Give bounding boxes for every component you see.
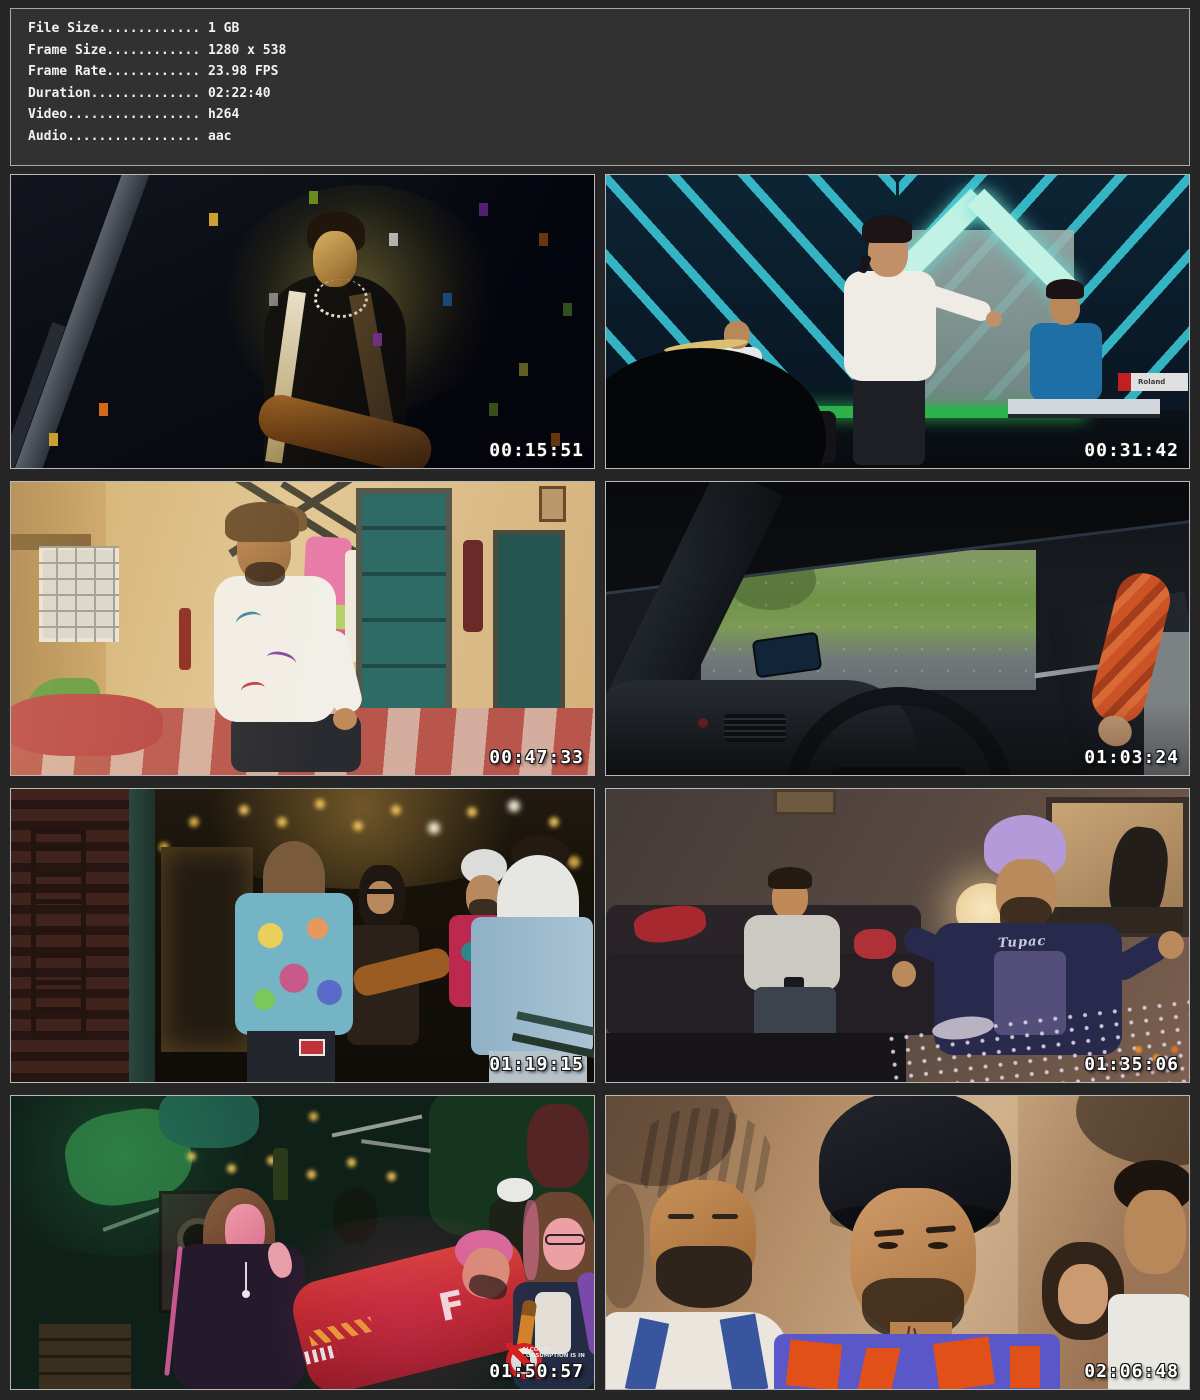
singer-hand: [986, 311, 1002, 327]
keyboardist-suit: [1030, 323, 1102, 401]
info-line-file-size: File Size............. 1 GB: [28, 18, 1189, 40]
hand: [1158, 931, 1184, 959]
sweater-letter-shape: [933, 1336, 995, 1390]
info-line-frame-rate: Frame Rate............ 23.98 FPS: [28, 61, 1189, 83]
graffiti-blob: [527, 1104, 589, 1188]
eyebrows: [668, 1214, 694, 1219]
teal-post: [129, 789, 155, 1082]
timestamp-overlay: 01:35:06: [1084, 1054, 1179, 1075]
hand: [892, 961, 916, 987]
sunlight-overlay: [11, 482, 594, 775]
ladder: [31, 829, 86, 1039]
console-leds: [606, 789, 611, 794]
keyboard-brand-label: Roland: [1138, 378, 1165, 386]
graffiti-scribble: [361, 1139, 431, 1153]
dark-corner: [1076, 1095, 1190, 1166]
singer-shirt: [844, 271, 936, 381]
thumbnail-5: 01:19:15: [10, 788, 595, 1083]
timestamp-overlay: 01:03:24: [1084, 747, 1179, 768]
sikh-man-beard: [656, 1246, 752, 1308]
seated-man-hair: [768, 867, 812, 889]
info-line-video-codec: Video................. h264: [28, 104, 1189, 126]
keyboard-red-panel: [1118, 373, 1131, 391]
thumbnail-4: 01:03:24: [605, 481, 1190, 776]
wooden-crate: [39, 1324, 131, 1389]
white-beanie: [497, 1178, 533, 1202]
timestamp-overlay: 01:50:57: [489, 1361, 584, 1382]
thumbnail-6: Tupac 01:35:06: [605, 788, 1190, 1083]
background-head: [605, 1184, 644, 1308]
graffiti-scribble: [332, 1114, 423, 1137]
timestamp-overlay: 01:19:15: [489, 1054, 584, 1075]
thumbnail-1: 00:15:51: [10, 174, 595, 469]
timestamp-overlay: 00:47:33: [489, 747, 584, 768]
vignette-overlay: [606, 482, 1189, 775]
thumbnail-grid: 00:15:51 YAMAHA Roland 00:31:42: [10, 174, 1190, 1390]
sweater-letter-shape: [786, 1339, 843, 1390]
info-line-duration: Duration.............. 02:22:40: [28, 83, 1189, 105]
guitarist-face: [367, 881, 394, 914]
right-man-face: [1124, 1190, 1186, 1274]
paisley-jacket: [235, 893, 353, 1035]
red-pocket-patch: [299, 1039, 325, 1056]
thumbnail-3: 00:47:33: [10, 481, 595, 776]
denim-jacket: [471, 917, 593, 1055]
singer-hair: [862, 215, 912, 243]
media-info-panel: File Size............. 1 GB Frame Size..…: [10, 8, 1190, 166]
timestamp-overlay: 02:06:48: [1084, 1361, 1179, 1382]
sweater-letter-shape: [1010, 1346, 1040, 1388]
keyboard: [1008, 399, 1160, 418]
glasses: [545, 1234, 585, 1245]
info-line-audio-codec: Audio................. aac: [28, 126, 1189, 148]
red-pillow: [854, 929, 896, 959]
singer-pants: [853, 373, 925, 465]
studio-floor: [606, 1033, 906, 1083]
thumbnail-2: YAMAHA Roland 00:31:42: [605, 174, 1190, 469]
timestamp-overlay: 00:31:42: [1084, 440, 1179, 461]
timestamp-overlay: 00:15:51: [489, 440, 584, 461]
thumbnail-7: F ALCOHOL CONSUMPTION IS IN 01:50:57: [10, 1095, 595, 1390]
necklace: [245, 1262, 247, 1290]
background-woman-face: [1058, 1264, 1108, 1324]
tshirt-text: Tupac: [998, 934, 1047, 952]
bottle: [273, 1148, 288, 1200]
info-line-frame-size: Frame Size............ 1280 x 538: [28, 40, 1189, 62]
wall-vent: [774, 789, 836, 815]
shadow-overlay: [11, 175, 594, 468]
eyes: [878, 1242, 898, 1249]
thumbnail-8: 02:06:48: [605, 1095, 1190, 1390]
guitarist-glasses: [367, 889, 394, 894]
keyboardist-hair: [1046, 279, 1084, 299]
